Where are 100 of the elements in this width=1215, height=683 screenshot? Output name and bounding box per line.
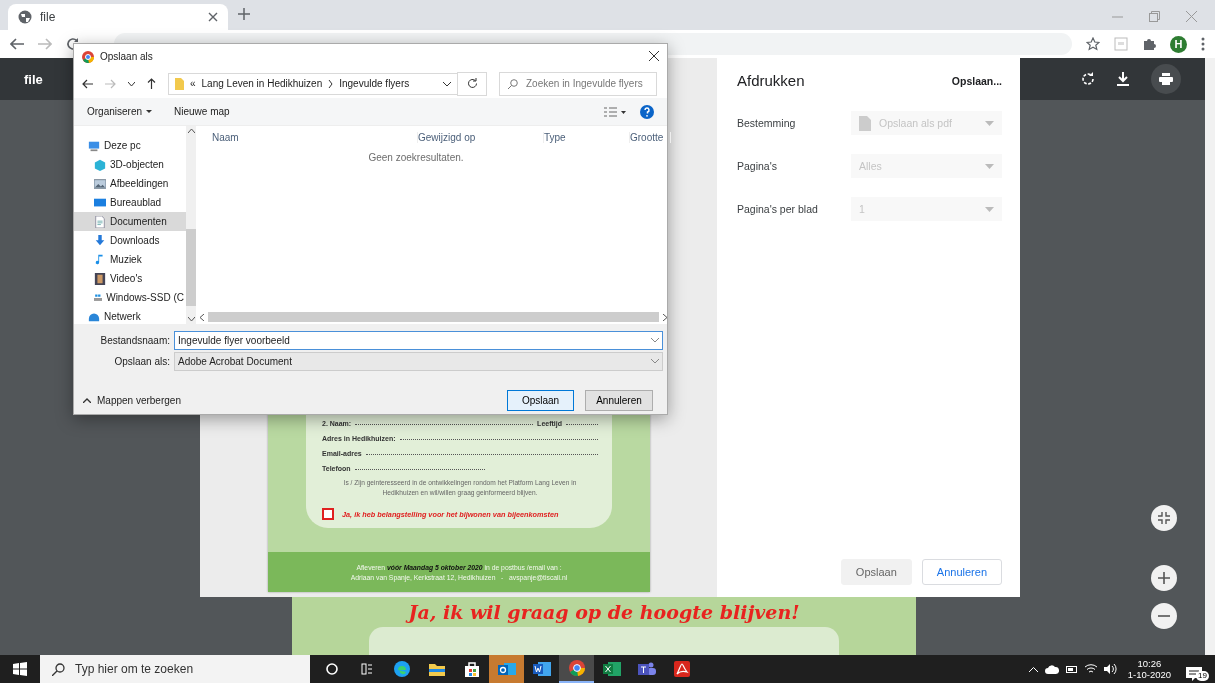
refresh-icon — [466, 78, 478, 89]
menu-icon[interactable] — [1201, 37, 1205, 51]
new-tab-icon[interactable] — [238, 8, 250, 20]
summary-text: Opslaan... — [951, 74, 1002, 87]
dropdown-icon — [985, 163, 994, 169]
document-icon — [859, 115, 871, 131]
column-header[interactable]: Naam — [212, 131, 418, 143]
nav-item[interactable]: Documenten — [74, 212, 186, 231]
nav-item[interactable]: 3D-objecten — [74, 155, 186, 174]
right-icon — [663, 313, 667, 321]
battery-icon[interactable] — [1065, 665, 1078, 673]
search-field[interactable]: Typ hier om te zoeken — [40, 655, 310, 683]
profile-avatar[interactable]: H — [1170, 35, 1187, 53]
app-icon — [497, 660, 516, 678]
app-icon — [392, 660, 411, 678]
up-icon — [187, 129, 195, 133]
document-title: file — [24, 71, 43, 87]
setting-label: Pagina's per blad — [737, 203, 819, 215]
nav-item[interactable]: Video's — [74, 269, 186, 288]
close-icon[interactable] — [649, 50, 659, 61]
wifi-icon[interactable] — [1084, 664, 1097, 674]
column-header[interactable]: Gewijzigd op — [418, 131, 544, 143]
zoom-out-button[interactable] — [1151, 603, 1177, 629]
cancel-button[interactable]: Annuleren — [921, 559, 1002, 585]
dropdown-icon — [146, 110, 153, 113]
chevron-icon — [83, 398, 91, 403]
left-icon — [200, 313, 204, 321]
nav-item[interactable]: Deze pc — [74, 136, 186, 155]
breadcrumb-item[interactable]: Ingevulde flyers — [339, 78, 410, 89]
download-icon[interactable] — [1117, 72, 1129, 86]
volume-icon[interactable] — [1103, 664, 1117, 674]
search-icon — [52, 662, 65, 676]
fit-icon — [1158, 512, 1170, 524]
dropdown-icon — [651, 359, 659, 364]
save-button[interactable]: Opslaan — [507, 390, 574, 411]
app-icon — [602, 660, 621, 678]
nav-item[interactable]: Bureaublad — [74, 193, 186, 212]
dropdown-icon — [651, 338, 659, 343]
star-icon[interactable] — [1086, 37, 1100, 51]
field-label: Opslaan als: — [113, 356, 170, 367]
dropdown-icon — [443, 82, 451, 87]
plus-icon — [1158, 572, 1170, 584]
nav-item[interactable]: Netwerk — [74, 307, 186, 326]
breadcrumb-bar[interactable]: « Lang Leven in Hedikhuizen Ingevulde flyers — [168, 72, 458, 95]
chevron-up-icon[interactable] — [1028, 666, 1038, 672]
print-button[interactable] — [1151, 64, 1181, 94]
checkbox[interactable] — [322, 508, 334, 520]
printer-icon — [1159, 73, 1173, 85]
cancel-button[interactable]: Annuleren — [585, 390, 653, 411]
app-icon — [672, 660, 691, 678]
view-options-icon[interactable] — [604, 106, 626, 117]
help-icon[interactable] — [640, 104, 654, 119]
dropdown-icon — [187, 317, 195, 321]
filename-field[interactable]: Ingevulde flyer voorbeeld — [174, 331, 663, 350]
toolbar-button[interactable]: Nieuwe map — [174, 106, 230, 117]
refresh-button[interactable] — [457, 71, 487, 96]
type-select[interactable]: Adobe Acrobat Document — [174, 352, 663, 371]
nav-item[interactable]: Windows-SSD (C — [74, 288, 186, 307]
app-icon — [637, 660, 656, 678]
app-icon — [532, 660, 551, 678]
column-header[interactable]: Type — [544, 131, 630, 143]
setting-label: Bestemming — [737, 117, 797, 129]
panel-title: Afdrukken — [737, 72, 805, 89]
zoom-in-button[interactable] — [1151, 565, 1177, 591]
nav-item[interactable]: Muziek — [74, 250, 186, 269]
back-icon[interactable] — [10, 38, 24, 50]
up-icon[interactable] — [147, 78, 156, 89]
browser-tab[interactable]: file — [8, 4, 228, 30]
chevron-icon — [328, 79, 334, 88]
globe-icon — [18, 10, 32, 24]
field-label: Bestandsnaam: — [99, 335, 170, 346]
back-icon[interactable] — [82, 78, 93, 89]
search-field[interactable]: Zoeken in Ingevulde flyers — [499, 71, 657, 96]
column-header[interactable]: Grootte — [630, 131, 671, 143]
breadcrumb-item[interactable]: Lang Leven in Hedikhuizen — [201, 78, 323, 89]
minus-icon — [1158, 615, 1170, 617]
close-icon[interactable] — [208, 12, 218, 22]
app-icon — [567, 659, 586, 677]
puzzle-icon[interactable] — [1142, 37, 1156, 51]
chrome-logo-icon — [82, 50, 94, 63]
fit-page-button[interactable] — [1151, 505, 1177, 531]
hide-folders-button[interactable]: Mappen verbergen — [83, 395, 181, 406]
rotate-icon[interactable] — [1081, 72, 1095, 86]
nav-item[interactable]: Downloads — [74, 231, 186, 250]
nav-item[interactable]: Afbeeldingen — [74, 174, 186, 193]
shopping-bag-icon — [462, 660, 481, 678]
setting-label: Pagina's — [737, 160, 778, 172]
dialog-title: Opslaan als — [100, 51, 153, 62]
empty-message: Geen zoekresultaten. — [367, 152, 465, 163]
clock[interactable]: 10:26 1-10-2020 — [1127, 658, 1172, 680]
cloud-icon[interactable] — [1044, 664, 1059, 674]
search-icon — [508, 78, 518, 89]
breadcrumb-overflow[interactable]: « — [190, 78, 196, 89]
notifications-button[interactable]: 19 — [1186, 657, 1209, 681]
scrollbar[interactable] — [1205, 58, 1215, 655]
dropdown-icon[interactable] — [128, 81, 135, 86]
toolbar-button[interactable]: Organiseren — [87, 106, 153, 117]
scrollbar[interactable] — [186, 126, 196, 324]
windows-logo-icon — [13, 662, 27, 676]
dropdown-icon — [985, 206, 994, 212]
